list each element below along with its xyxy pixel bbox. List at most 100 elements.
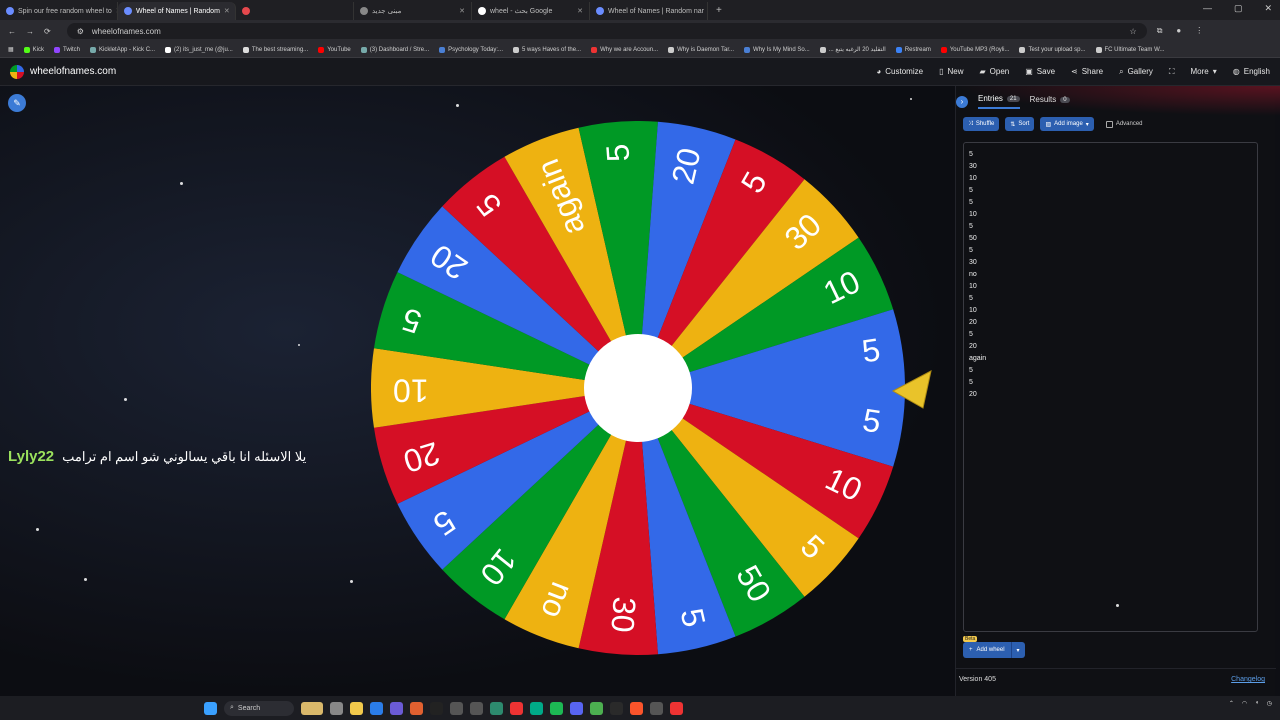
bookmark[interactable]: 5 ways Haves of the... <box>513 46 581 53</box>
entry-line: 10 <box>969 283 977 290</box>
menu-more[interactable]: More ▾ <box>1191 67 1217 77</box>
shuffle-button[interactable]: ⤨ Shuffle <box>963 117 1000 131</box>
edit-icon[interactable]: ✎ <box>8 94 26 112</box>
browser-tab[interactable]: مبنى جديد ✕ <box>354 2 472 20</box>
tab-results[interactable]: Results 0 <box>1030 95 1070 108</box>
add-wheel-button[interactable]: + Add wheel <box>963 642 1011 658</box>
extensions-icon[interactable]: ⧉ <box>1157 26 1163 36</box>
app-icon[interactable] <box>650 701 663 715</box>
apps-icon[interactable]: ▦ <box>8 46 14 53</box>
fullscreen-icon: ⛶ <box>1168 66 1175 76</box>
star-decoration <box>1116 604 1119 607</box>
brave-icon[interactable] <box>630 701 643 715</box>
site-name: wheelofnames.com <box>30 66 117 77</box>
clock-icon[interactable]: ◷ <box>1267 700 1272 707</box>
bookmark[interactable]: Why is Daemon Tar... <box>668 46 734 53</box>
close-window-icon[interactable]: ✕ <box>1264 3 1272 14</box>
bookmark[interactable]: YouTube MP3 (Royli... <box>940 46 1009 53</box>
bookmark[interactable]: Why we are Accoun... <box>591 46 658 53</box>
spotify-icon[interactable] <box>550 701 563 715</box>
volume-icon[interactable]: ◖ <box>1255 700 1259 707</box>
menu-gallery[interactable]: ⌕ Gallery <box>1119 67 1153 77</box>
chrome-icon[interactable] <box>590 701 603 715</box>
app-icon[interactable] <box>450 701 463 715</box>
edge-icon[interactable] <box>370 701 383 715</box>
menu-icon[interactable]: ⋮ <box>1195 26 1203 36</box>
bookmark[interactable]: FC Ultimate Team W... <box>1095 46 1164 53</box>
menu-open[interactable]: ▰ Open <box>979 67 1009 77</box>
bookmark[interactable]: Restream <box>895 46 931 53</box>
browser-tab-active[interactable]: Wheel of Names | Random ✕ <box>118 2 236 20</box>
bookmark[interactable]: Kick <box>23 46 44 53</box>
bookmark[interactable]: Test your upload sp... <box>1019 46 1086 53</box>
menu-fullscreen[interactable]: ⛶ <box>1169 67 1175 77</box>
chevron-down-icon: ▾ <box>1085 121 1089 128</box>
bookmark[interactable]: Why Is My Mind So... <box>744 46 810 53</box>
menu-share[interactable]: ⋖ Share <box>1071 67 1103 77</box>
collapse-icon[interactable]: › <box>956 95 968 108</box>
minimize-icon[interactable]: — <box>1203 3 1212 14</box>
bookmark[interactable]: Psychology Today:... <box>439 46 503 53</box>
menu-new[interactable]: ▯ New <box>939 67 963 77</box>
app-icon[interactable] <box>510 701 523 715</box>
close-icon[interactable]: ✕ <box>577 7 583 15</box>
browser-tab[interactable]: Wheel of Names | Random nar✕ <box>590 2 708 20</box>
profile-icon[interactable]: ● <box>1176 26 1181 36</box>
entry-line: 30 <box>969 163 977 170</box>
entry-line: 20 <box>969 343 977 350</box>
site-info-icon[interactable]: ⚙ <box>77 27 84 36</box>
app-icon[interactable] <box>470 701 483 715</box>
menu-save[interactable]: ▣ Save <box>1025 67 1055 77</box>
menu-language[interactable]: ◍ English <box>1233 67 1270 77</box>
network-icon[interactable]: ◠ <box>1242 700 1247 707</box>
app-icon[interactable] <box>410 701 423 715</box>
wheel-center-hub[interactable] <box>584 334 692 442</box>
close-icon[interactable]: ✕ <box>459 7 465 15</box>
browser-tab[interactable] <box>236 2 354 20</box>
browser-tab[interactable]: Spin our free random wheel to✕ <box>0 2 118 20</box>
forward-icon[interactable]: → <box>26 27 34 36</box>
tab-favicon-icon <box>596 7 604 15</box>
url-field[interactable]: ⚙ wheelofnames.com ☆ <box>66 23 1147 39</box>
close-icon[interactable]: ✕ <box>224 7 230 15</box>
tab-entries[interactable]: Entries 21 <box>978 94 1020 109</box>
menu-customize[interactable]: ◕ Customize <box>876 67 923 77</box>
entry-line: 5 <box>969 379 973 386</box>
changelog-link[interactable]: Changelog <box>1231 676 1265 683</box>
add-image-button[interactable]: ▨ Add image ▾ <box>1040 117 1094 131</box>
spin-wheel[interactable]: 510550530no10520105205 again5 20 530105 <box>371 121 941 661</box>
entry-line: 20 <box>969 391 977 398</box>
widget-icon[interactable] <box>301 701 323 715</box>
youtube-icon[interactable] <box>670 701 683 715</box>
discord-icon[interactable] <box>570 701 583 715</box>
bookmark[interactable]: The best streaming... <box>242 46 308 53</box>
app-icon[interactable] <box>490 701 503 715</box>
site-logo[interactable]: wheelofnames.com <box>10 64 117 79</box>
bookmark[interactable]: (3) Dashboard / Stre... <box>360 46 429 53</box>
app-icon[interactable] <box>390 701 403 715</box>
star-icon[interactable]: ☆ <box>1130 27 1137 36</box>
bookmark[interactable]: (2) its_just_me (@ju... <box>165 46 233 53</box>
new-tab-icon[interactable]: + <box>708 5 730 16</box>
bookmark[interactable]: YouTube <box>318 46 351 53</box>
tiktok-icon[interactable] <box>430 701 443 715</box>
start-icon[interactable] <box>204 701 217 715</box>
search-icon: ⌕ <box>230 704 234 711</box>
maximize-icon[interactable]: ▢ <box>1234 3 1243 14</box>
taskbar-search[interactable]: ⌕ Search <box>224 700 294 716</box>
sort-button[interactable]: ⇅ Sort <box>1005 117 1035 131</box>
advanced-checkbox[interactable]: Advanced <box>1105 120 1143 128</box>
reload-icon[interactable]: ⟳ <box>44 27 51 36</box>
app-icon[interactable] <box>610 701 623 715</box>
bookmark[interactable]: Twitch <box>54 46 80 53</box>
entries-textarea[interactable]: 5 30 10 5 5 10 5 50 5 30 no 10 5 10 20 5 20 again 5 5 20 <box>963 142 1258 632</box>
add-wheel-dropdown[interactable]: ▾ <box>1010 642 1025 658</box>
browser-tab[interactable]: wheel - بحث Google ✕ <box>472 2 590 20</box>
bookmark[interactable]: ... التقليد 20 الرغبه يتبع <box>819 46 886 53</box>
explorer-icon[interactable] <box>350 701 363 715</box>
app-icon[interactable] <box>530 701 543 715</box>
taskview-icon[interactable] <box>330 701 343 715</box>
chevron-up-icon[interactable]: ⌃ <box>1229 700 1234 707</box>
bookmark[interactable]: KickletApp - Kick C... <box>90 46 155 53</box>
back-icon[interactable]: ← <box>8 27 16 36</box>
